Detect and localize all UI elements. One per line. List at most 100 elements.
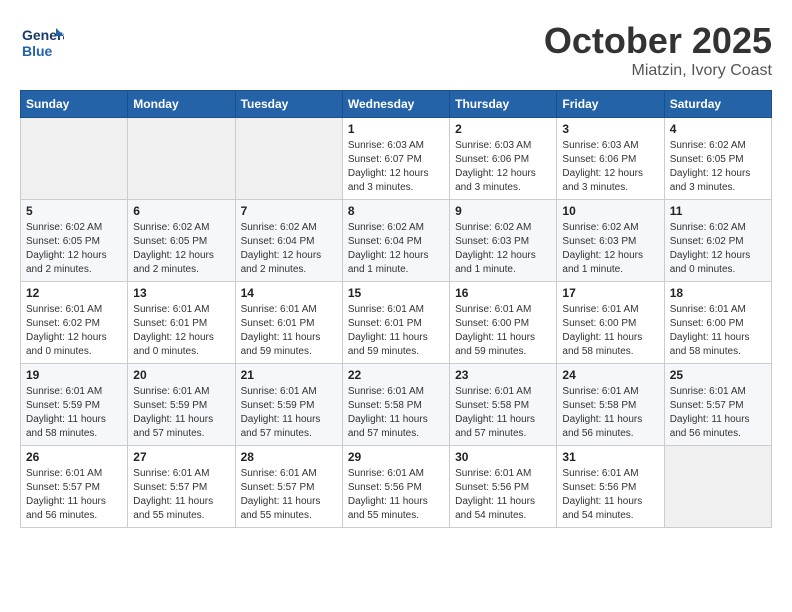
calendar-cell: 2 Sunrise: 6:03 AM Sunset: 6:06 PM Daylig…: [450, 118, 557, 200]
calendar-cell: 12 Sunrise: 6:01 AM Sunset: 6:02 PM Dayli…: [21, 282, 128, 364]
calendar-cell: 23Sunrise: 6:01 AM Sunset: 5:58 PM Dayli…: [450, 364, 557, 446]
day-info: Sunrise: 6:01 AM Sunset: 5:57 PM Dayligh…: [26, 467, 122, 523]
day-info: Sunrise: 6:01 AM Sunset: 5:58 PM Dayligh…: [562, 385, 658, 441]
calendar-cell: 6 Sunrise: 6:02 AM Sunset: 6:05 PM Daylig…: [128, 200, 235, 282]
day-number: 10: [562, 204, 658, 218]
day-info: Sunrise: 6:01 AM Sunset: 5:57 PM Dayligh…: [670, 385, 766, 441]
calendar-cell: 27 Sunrise: 6:01 AM Sunset: 5:57 PM Dayli…: [128, 446, 235, 528]
calendar-cell: 17 Sunrise: 6:01 AM Sunset: 6:00 PM Dayli…: [557, 282, 664, 364]
day-info: Sunrise: 6:01 AM Sunset: 5:57 PM Dayligh…: [133, 467, 229, 523]
calendar-cell: 8 Sunrise: 6:02 AM Sunset: 6:04 PM Daylig…: [342, 200, 449, 282]
day-info: Sunrise: 6:03 AM Sunset: 6:07 PM Dayligh…: [348, 139, 444, 195]
day-number: 22: [348, 368, 444, 382]
column-header-friday: Friday: [557, 91, 664, 118]
day-number: 12: [26, 286, 122, 300]
day-number: 6: [133, 204, 229, 218]
day-number: 21: [241, 368, 337, 382]
day-info: Sunrise: 6:01 AM Sunset: 6:01 PM Dayligh…: [241, 303, 337, 359]
calendar-cell: 21 Sunrise: 6:01 AM Sunset: 5:59 PM Dayli…: [235, 364, 342, 446]
calendar-cell: 26Sunrise: 6:01 AM Sunset: 5:57 PM Dayli…: [21, 446, 128, 528]
calendar-cell: 4Sunrise: 6:02 AM Sunset: 6:05 PM Daylig…: [664, 118, 771, 200]
day-info: Sunrise: 6:03 AM Sunset: 6:06 PM Dayligh…: [455, 139, 551, 195]
calendar-cell: 7Sunrise: 6:02 AM Sunset: 6:04 PM Daylig…: [235, 200, 342, 282]
day-info: Sunrise: 6:01 AM Sunset: 6:00 PM Dayligh…: [455, 303, 551, 359]
logo-icon: General Blue: [20, 20, 60, 60]
calendar-week-row: 12 Sunrise: 6:01 AM Sunset: 6:02 PM Dayli…: [21, 282, 772, 364]
day-info: Sunrise: 6:01 AM Sunset: 5:59 PM Dayligh…: [133, 385, 229, 441]
day-number: 8: [348, 204, 444, 218]
column-header-wednesday: Wednesday: [342, 91, 449, 118]
calendar-cell: 3 Sunrise: 6:03 AM Sunset: 6:06 PM Daylig…: [557, 118, 664, 200]
column-header-thursday: Thursday: [450, 91, 557, 118]
day-info: Sunrise: 6:01 AM Sunset: 5:59 PM Dayligh…: [26, 385, 122, 441]
logo: General Blue: [20, 20, 64, 60]
day-info: Sunrise: 6:01 AM Sunset: 6:01 PM Dayligh…: [348, 303, 444, 359]
day-info: Sunrise: 6:01 AM Sunset: 5:56 PM Dayligh…: [562, 467, 658, 523]
calendar-cell: 31 Sunrise: 6:01 AM Sunset: 5:56 PM Dayli…: [557, 446, 664, 528]
day-info: Sunrise: 6:03 AM Sunset: 6:06 PM Dayligh…: [562, 139, 658, 195]
day-number: 20: [133, 368, 229, 382]
day-number: 16: [455, 286, 551, 300]
day-number: 17: [562, 286, 658, 300]
day-number: 28: [241, 450, 337, 464]
day-info: Sunrise: 6:01 AM Sunset: 6:00 PM Dayligh…: [670, 303, 766, 359]
column-header-monday: Monday: [128, 91, 235, 118]
day-info: Sunrise: 6:01 AM Sunset: 6:00 PM Dayligh…: [562, 303, 658, 359]
calendar-cell: 19 Sunrise: 6:01 AM Sunset: 5:59 PM Dayli…: [21, 364, 128, 446]
day-info: Sunrise: 6:02 AM Sunset: 6:02 PM Dayligh…: [670, 221, 766, 277]
calendar-week-row: 5 Sunrise: 6:02 AM Sunset: 6:05 PM Daylig…: [21, 200, 772, 282]
day-number: 5: [26, 204, 122, 218]
calendar-week-row: 26Sunrise: 6:01 AM Sunset: 5:57 PM Dayli…: [21, 446, 772, 528]
calendar-cell: 1Sunrise: 6:03 AM Sunset: 6:07 PM Daylig…: [342, 118, 449, 200]
day-info: Sunrise: 6:01 AM Sunset: 5:56 PM Dayligh…: [455, 467, 551, 523]
day-number: 31: [562, 450, 658, 464]
day-info: Sunrise: 6:01 AM Sunset: 5:57 PM Dayligh…: [241, 467, 337, 523]
day-info: Sunrise: 6:01 AM Sunset: 5:58 PM Dayligh…: [455, 385, 551, 441]
day-info: Sunrise: 6:02 AM Sunset: 6:05 PM Dayligh…: [26, 221, 122, 277]
svg-text:Blue: Blue: [22, 43, 53, 59]
calendar-cell: 28 Sunrise: 6:01 AM Sunset: 5:57 PM Dayli…: [235, 446, 342, 528]
calendar-cell: 25 Sunrise: 6:01 AM Sunset: 5:57 PM Dayli…: [664, 364, 771, 446]
day-info: Sunrise: 6:02 AM Sunset: 6:04 PM Dayligh…: [348, 221, 444, 277]
calendar-cell: 22 Sunrise: 6:01 AM Sunset: 5:58 PM Dayli…: [342, 364, 449, 446]
day-info: Sunrise: 6:01 AM Sunset: 5:56 PM Dayligh…: [348, 467, 444, 523]
calendar-cell: 11Sunrise: 6:02 AM Sunset: 6:02 PM Dayli…: [664, 200, 771, 282]
day-number: 3: [562, 122, 658, 136]
calendar-week-row: 1Sunrise: 6:03 AM Sunset: 6:07 PM Daylig…: [21, 118, 772, 200]
day-number: 18: [670, 286, 766, 300]
column-header-tuesday: Tuesday: [235, 91, 342, 118]
title-block: October 2025 Miatzin, Ivory Coast: [544, 20, 772, 80]
page-header: General Blue October 2025 Miatzin, Ivory…: [20, 20, 772, 80]
day-info: Sunrise: 6:01 AM Sunset: 5:59 PM Dayligh…: [241, 385, 337, 441]
calendar-table: SundayMondayTuesdayWednesdayThursdayFrid…: [20, 90, 772, 528]
day-info: Sunrise: 6:01 AM Sunset: 5:58 PM Dayligh…: [348, 385, 444, 441]
calendar-cell: 14Sunrise: 6:01 AM Sunset: 6:01 PM Dayli…: [235, 282, 342, 364]
day-number: 2: [455, 122, 551, 136]
calendar-cell: 9Sunrise: 6:02 AM Sunset: 6:03 PM Daylig…: [450, 200, 557, 282]
calendar-cell: 16 Sunrise: 6:01 AM Sunset: 6:00 PM Dayli…: [450, 282, 557, 364]
calendar-cell: 20 Sunrise: 6:01 AM Sunset: 5:59 PM Dayli…: [128, 364, 235, 446]
day-number: 25: [670, 368, 766, 382]
calendar-cell: 15Sunrise: 6:01 AM Sunset: 6:01 PM Dayli…: [342, 282, 449, 364]
day-info: Sunrise: 6:01 AM Sunset: 6:01 PM Dayligh…: [133, 303, 229, 359]
calendar-cell: 29Sunrise: 6:01 AM Sunset: 5:56 PM Dayli…: [342, 446, 449, 528]
calendar-cell: [664, 446, 771, 528]
column-header-sunday: Sunday: [21, 91, 128, 118]
calendar-cell: 10 Sunrise: 6:02 AM Sunset: 6:03 PM Dayli…: [557, 200, 664, 282]
day-number: 19: [26, 368, 122, 382]
day-info: Sunrise: 6:01 AM Sunset: 6:02 PM Dayligh…: [26, 303, 122, 359]
day-number: 4: [670, 122, 766, 136]
day-number: 7: [241, 204, 337, 218]
day-info: Sunrise: 6:02 AM Sunset: 6:05 PM Dayligh…: [133, 221, 229, 277]
calendar-cell: [21, 118, 128, 200]
column-header-saturday: Saturday: [664, 91, 771, 118]
location: Miatzin, Ivory Coast: [544, 62, 772, 80]
calendar-cell: 24 Sunrise: 6:01 AM Sunset: 5:58 PM Dayli…: [557, 364, 664, 446]
day-info: Sunrise: 6:02 AM Sunset: 6:03 PM Dayligh…: [562, 221, 658, 277]
calendar-cell: 18 Sunrise: 6:01 AM Sunset: 6:00 PM Dayli…: [664, 282, 771, 364]
calendar-header-row: SundayMondayTuesdayWednesdayThursdayFrid…: [21, 91, 772, 118]
day-number: 30: [455, 450, 551, 464]
day-info: Sunrise: 6:02 AM Sunset: 6:03 PM Dayligh…: [455, 221, 551, 277]
day-number: 24: [562, 368, 658, 382]
day-number: 27: [133, 450, 229, 464]
